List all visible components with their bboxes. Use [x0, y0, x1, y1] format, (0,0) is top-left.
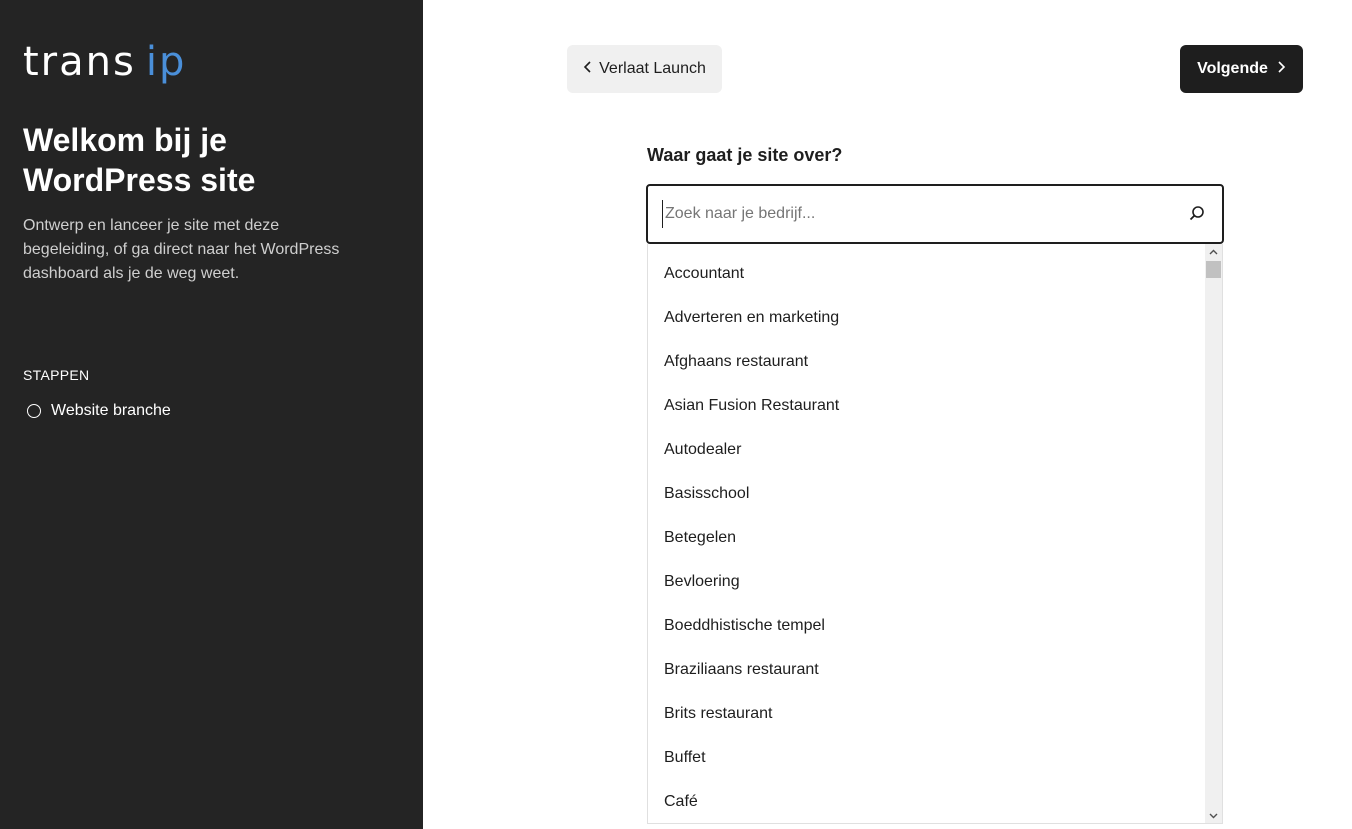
business-options-list: Accountant Adverteren en marketing Afghaan…: [647, 244, 1223, 824]
list-item[interactable]: Asian Fusion Restaurant: [648, 384, 1222, 428]
business-search-input[interactable]: [662, 200, 1162, 228]
list-item[interactable]: Braziliaans restaurant: [648, 648, 1222, 692]
welcome-description: Ontwerp en lanceer je site met deze bege…: [23, 217, 340, 282]
list-item[interactable]: Betegelen: [648, 516, 1222, 560]
step-circle-icon: [27, 404, 41, 418]
chevron-left-icon: [583, 60, 593, 78]
list-item[interactable]: Autodealer: [648, 428, 1222, 472]
logo-text-ip: ip: [145, 39, 187, 85]
search-icon[interactable]: [1188, 205, 1206, 223]
next-label: Volgende: [1197, 60, 1268, 77]
leave-launch-label: Verlaat Launch: [599, 60, 706, 77]
list-item[interactable]: Accountant: [648, 252, 1222, 296]
step-item-website-branche[interactable]: Website branche: [27, 402, 171, 420]
chevron-right-icon: [1276, 60, 1286, 78]
site-topic-question: Waar gaat je site over?: [647, 145, 843, 165]
list-item[interactable]: Boeddhistische tempel: [648, 604, 1222, 648]
transip-logo: trans ip: [23, 40, 186, 84]
list-item[interactable]: Buffet: [648, 736, 1222, 780]
sidebar: trans ip Welkom bij je WordPress site Ont…: [0, 0, 423, 829]
list-item[interactable]: Café: [648, 780, 1222, 823]
steps-heading: STAPPEN: [23, 367, 90, 383]
list-item[interactable]: Adverteren en marketing: [648, 296, 1222, 340]
options-list: Accountant Adverteren en marketing Afghaan…: [648, 244, 1222, 823]
scroll-thumb[interactable]: [1206, 261, 1221, 278]
next-button[interactable]: Volgende: [1180, 45, 1303, 93]
step-label: Website branche: [51, 402, 171, 419]
leave-launch-button[interactable]: Verlaat Launch: [567, 45, 722, 93]
scroll-down-icon[interactable]: [1205, 808, 1222, 823]
list-item[interactable]: Afghaans restaurant: [648, 340, 1222, 384]
options-scrollbar[interactable]: [1205, 244, 1222, 823]
list-item[interactable]: Basisschool: [648, 472, 1222, 516]
list-item[interactable]: Brits restaurant: [648, 692, 1222, 736]
logo-text-trans: trans: [23, 39, 136, 85]
welcome-title: Welkom bij je WordPress site: [23, 122, 256, 198]
search-box: [646, 184, 1224, 244]
list-item[interactable]: Bevloering: [648, 560, 1222, 604]
scroll-up-icon[interactable]: [1205, 244, 1222, 260]
